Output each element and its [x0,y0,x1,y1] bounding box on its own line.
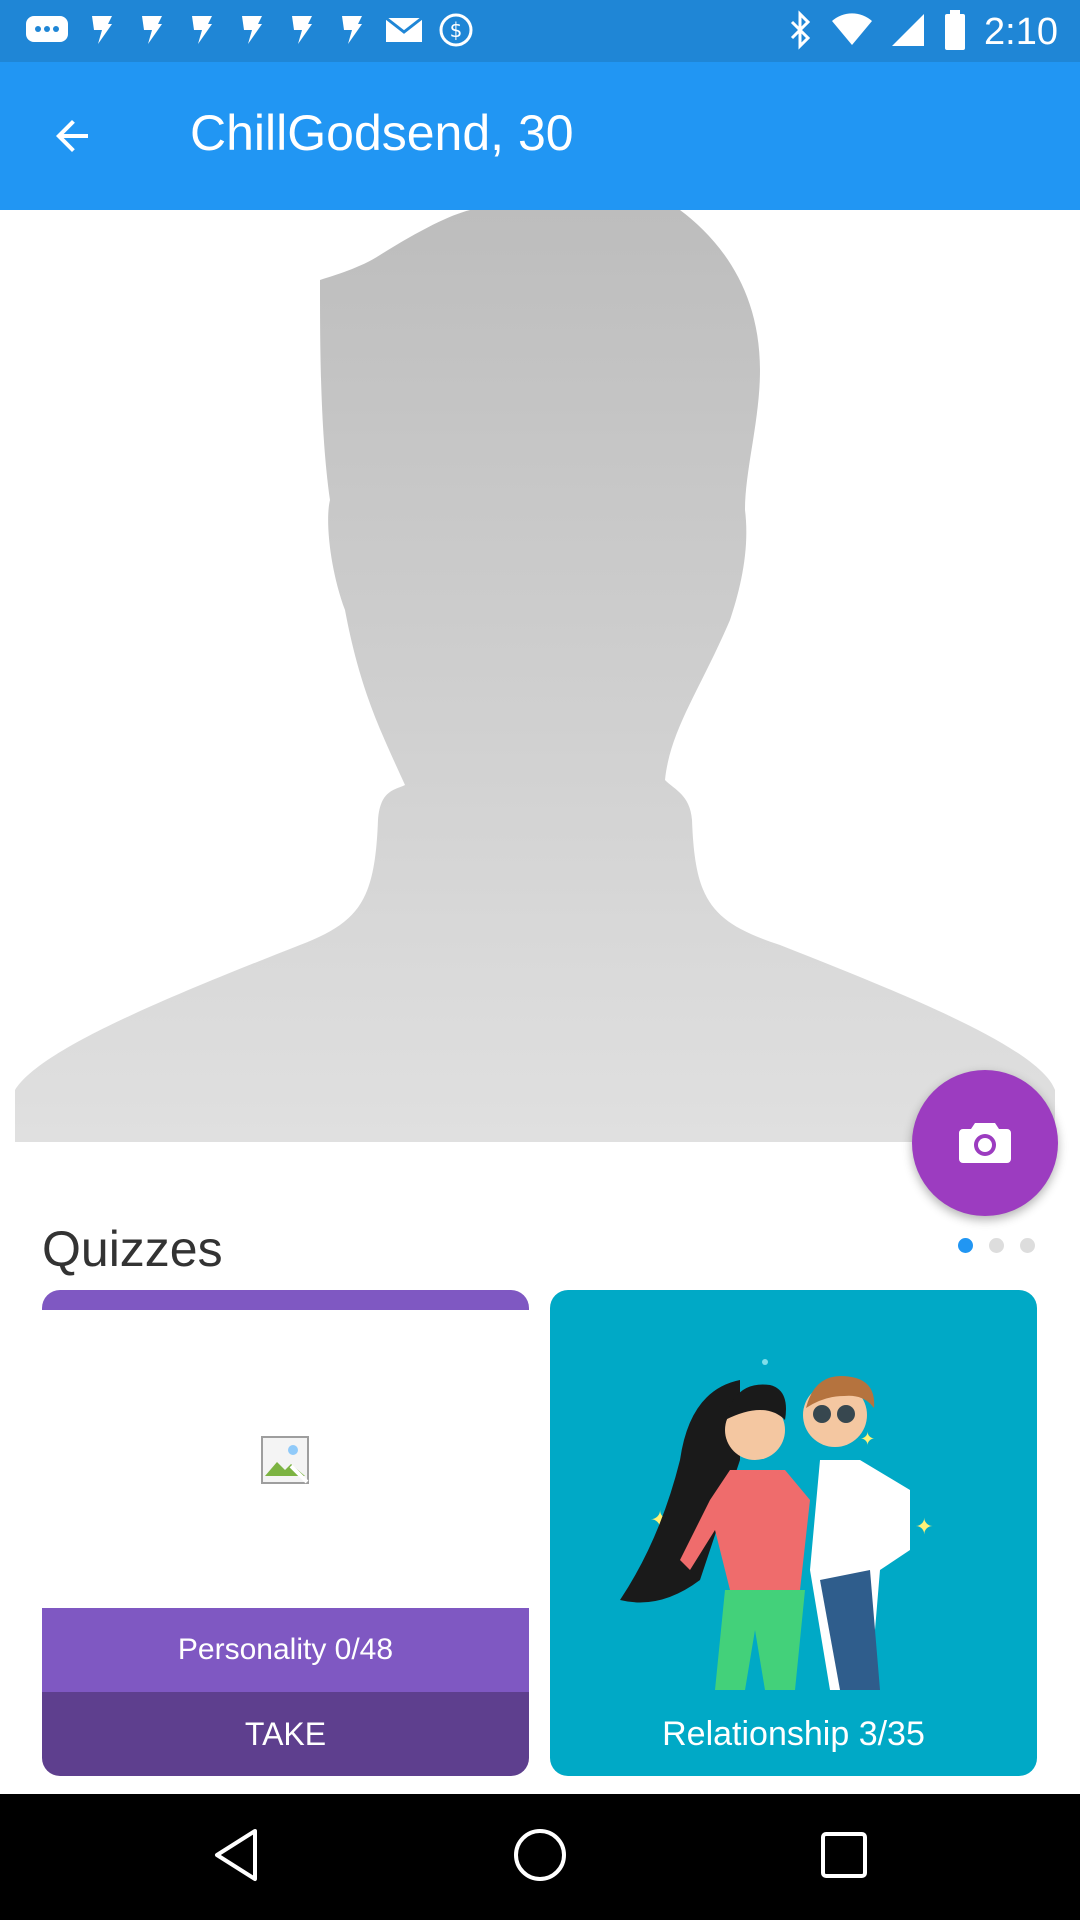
nav-back-button[interactable] [203,1824,269,1890]
profile-photo[interactable] [0,210,1080,1142]
status-bar: $ 2:10 [0,0,1080,62]
pager-dots [958,1238,1035,1253]
take-quiz-button[interactable]: TAKE [42,1692,529,1776]
quiz-label: Relationship 3/35 [662,1714,925,1753]
svg-text:$: $ [450,18,463,42]
quiz-card-relationship[interactable]: ✦ ✦ ✦ ✦ Relationship 3/35 [550,1290,1037,1776]
camera-button[interactable] [912,1070,1058,1216]
quiz-label: Personality 0/48 [42,1608,529,1692]
navigation-bar [0,1794,1080,1920]
nav-home-button[interactable] [507,1824,573,1890]
back-triangle-icon [211,1827,261,1888]
pager-dot[interactable] [1020,1238,1035,1253]
notification-icons: $ [24,10,474,54]
recents-square-icon [819,1830,869,1885]
card-top-strip [42,1290,529,1310]
battery-icon [944,9,966,55]
bluetooth-icon [788,9,814,55]
home-circle-icon [512,1827,568,1888]
nav-recents-button[interactable] [811,1824,877,1890]
quizzes-heading: Quizzes [42,1221,223,1277]
pager-dot-active[interactable] [958,1238,973,1253]
fan-icon [234,12,270,53]
system-icons: 2:10 [788,9,1058,55]
pager-dot[interactable] [989,1238,1004,1253]
broken-image-icon [261,1436,309,1484]
page-title: ChillGodsend, 30 [190,105,574,161]
wifi-icon [832,12,873,52]
fan-icon [334,12,370,53]
quiz-card-personality[interactable]: Personality 0/48 TAKE [42,1290,529,1776]
sparkle-icon: ✦ [915,1515,933,1540]
sparkle-icon: ✦ [860,1429,875,1450]
message-icon [24,12,70,53]
email-icon [384,12,424,53]
back-button[interactable] [36,102,108,174]
status-time: 2:10 [984,10,1058,53]
arrow-back-icon [48,112,96,165]
camera-icon [957,1117,1013,1170]
fan-icon [84,12,120,53]
fan-icon [134,12,170,53]
fan-icon [284,12,320,53]
couple-illustration: ✦ ✦ ✦ ✦ [620,1359,933,1690]
signal-icon [890,12,926,53]
app-bar: ChillGodsend, 30 [0,62,1080,210]
dollar-icon: $ [438,12,474,53]
silhouette-avatar [15,210,1055,1142]
fan-icon [184,12,220,53]
